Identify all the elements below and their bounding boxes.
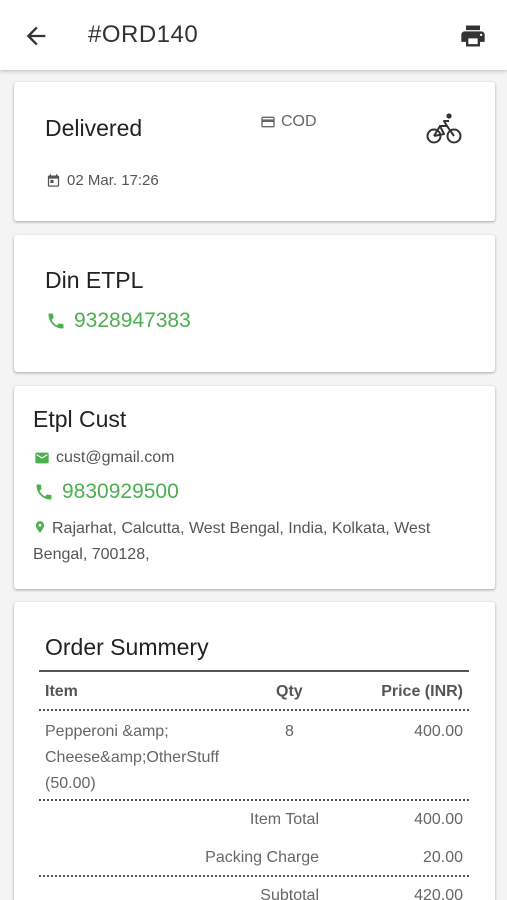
packing-charge-value: 20.00	[422, 849, 463, 866]
subtotal-value: 420.00	[414, 887, 463, 900]
item-name: Pepperoni &amp; Cheese&amp;OtherStuff (5…	[45, 723, 220, 792]
customer-phone-number: 9830929500	[62, 480, 179, 503]
credit-card-icon	[261, 116, 275, 128]
customer-email: cust@gmail.com	[56, 449, 175, 466]
item-price: 400.00	[414, 723, 463, 740]
table-row: Pepperoni &amp; Cheese&amp;OtherStuff (5…	[39, 711, 469, 801]
customer-name: Etpl Cust	[33, 406, 127, 432]
total-row-subtotal: Subtotal 420.00	[39, 877, 469, 900]
customer-email-link[interactable]: cust@gmail.com	[34, 449, 175, 467]
store-card: Din ETPL 9328947383	[14, 235, 495, 372]
customer-address: Rajarhat, Calcutta, West Bengal, India, …	[33, 516, 473, 568]
order-datetime: 02 Mar. 17:26	[46, 172, 159, 189]
order-summary-title: Order Summery	[45, 634, 209, 660]
payment-method-label: COD	[281, 113, 317, 130]
payment-method: COD	[260, 113, 317, 131]
column-header-price: Price (INR)	[381, 683, 463, 700]
customer-card: Etpl Cust cust@gmail.com 9830929500 Raja…	[14, 386, 495, 589]
phone-icon	[48, 313, 64, 329]
customer-address-text: Rajarhat, Calcutta, West Bengal, India, …	[33, 520, 431, 563]
table-header: Item Qty Price (INR)	[39, 672, 469, 711]
column-header-item: Item	[45, 683, 78, 700]
total-row-item-total: Item Total 400.00	[39, 801, 469, 839]
location-pin-icon	[35, 521, 45, 533]
store-phone-link[interactable]: 9328947383	[46, 309, 191, 333]
column-header-qty: Qty	[276, 683, 303, 700]
store-name: Din ETPL	[45, 267, 144, 293]
phone-icon	[36, 484, 52, 500]
item-total-label: Item Total	[249, 811, 319, 828]
order-id-title: #ORD140	[88, 21, 199, 48]
customer-phone-link[interactable]: 9830929500	[34, 480, 179, 504]
order-status: Delivered	[45, 115, 143, 141]
order-summary-card: Order Summery Item Qty Price (INR) Peppe…	[14, 602, 495, 900]
item-qty: 8	[285, 723, 294, 740]
order-summary-table: Item Qty Price (INR) Pepperoni &amp; Che…	[39, 670, 469, 900]
order-datetime-label: 02 Mar. 17:26	[67, 172, 159, 189]
item-total-value: 400.00	[414, 811, 463, 828]
packing-charge-label: Packing Charge	[205, 849, 319, 866]
store-phone-number: 9328947383	[74, 309, 191, 332]
arrow-left-icon[interactable]	[22, 22, 50, 50]
bicycle-icon	[426, 113, 462, 144]
app-bar: #ORD140	[0, 0, 507, 70]
printer-icon[interactable]	[458, 22, 488, 50]
calendar-icon	[47, 174, 60, 187]
order-status-card: Delivered COD 02 Mar. 17:26	[14, 82, 495, 221]
total-row-packing-charge: Packing Charge 20.00	[39, 839, 469, 877]
subtotal-label: Subtotal	[260, 887, 319, 900]
email-icon	[35, 452, 49, 464]
